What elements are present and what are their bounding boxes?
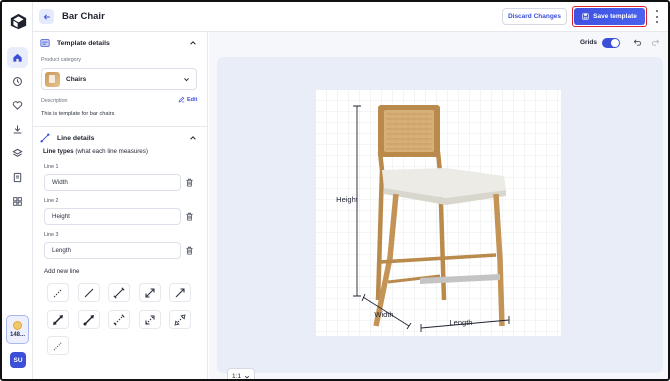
- credits-count: 148...: [9, 332, 25, 338]
- line-tool-icon: [40, 133, 50, 143]
- canvas-workspace[interactable]: Height Width Length 1:1: [217, 57, 663, 379]
- dotted-line-icon: [53, 341, 63, 350]
- credits-badge[interactable]: 148...: [6, 315, 29, 344]
- grids-label: Grids: [580, 39, 597, 46]
- pencil-icon: [178, 96, 185, 103]
- save-template-highlight: Save template: [572, 6, 647, 27]
- trash-icon[interactable]: [185, 246, 194, 255]
- line-style-end-caps[interactable]: [108, 283, 130, 302]
- grids-toggle[interactable]: [602, 38, 620, 48]
- page-title: Bar Chair: [62, 11, 105, 22]
- line-style-dotted[interactable]: [47, 336, 69, 355]
- chevron-up-icon[interactable]: [189, 134, 197, 142]
- history-icon: [13, 77, 22, 86]
- line-style-dot-arrow[interactable]: [78, 310, 100, 329]
- line-style-double-arrow[interactable]: [139, 283, 161, 302]
- discard-changes-button[interactable]: Discard Changes: [502, 8, 567, 25]
- dashed-double-arrow-icon: [145, 314, 155, 325]
- download-icon: [13, 125, 22, 134]
- sidebar-item-downloads[interactable]: [7, 119, 28, 140]
- coin-icon: [13, 321, 22, 330]
- chevron-down-icon: [244, 375, 250, 378]
- heart-icon: [12, 101, 23, 110]
- line-3-label: Line 3: [44, 232, 59, 238]
- line-style-bold-arrows[interactable]: [47, 310, 69, 329]
- app-window: 148... SU Bar Chair Discard Changes Save…: [0, 0, 670, 381]
- arrow-line-icon: [175, 287, 185, 297]
- more-options-icon[interactable]: [654, 10, 660, 23]
- redo-icon[interactable]: [651, 38, 660, 47]
- line-types-caption: Line types (what each line measures): [43, 148, 148, 155]
- line-style-dashed[interactable]: [47, 283, 69, 302]
- template-details-header[interactable]: Template details: [40, 38, 110, 48]
- height-annotation: Height: [336, 195, 359, 204]
- properties-panel: Template details Product category Chairs…: [33, 32, 208, 379]
- line-1-label: Line 1: [44, 164, 59, 170]
- add-new-line-label: Add new line: [44, 268, 80, 275]
- chevron-down-icon: [184, 78, 189, 82]
- line-details-heading: Line details: [57, 134, 95, 142]
- sidebar-item-favorites[interactable]: [7, 95, 28, 116]
- layers-icon: [12, 148, 23, 157]
- sidebar-item-history[interactable]: [7, 71, 28, 92]
- line-types-title: Line types: [43, 148, 74, 155]
- canvas-area: Grids Height Width Length 1:1: [209, 32, 668, 379]
- undo-icon[interactable]: [633, 38, 642, 47]
- product-image-with-measurements[interactable]: Height Width Length: [316, 90, 561, 336]
- dashed-outline-arrows-icon: [174, 313, 186, 326]
- sidebar-item-home[interactable]: [7, 47, 28, 68]
- width-annotation: Width: [374, 310, 393, 319]
- back-button[interactable]: [39, 9, 54, 24]
- template-details-heading: Template details: [57, 39, 110, 47]
- line-style-dashed-outline-arrows[interactable]: [169, 310, 191, 329]
- left-rail: 148... SU: [2, 2, 33, 379]
- line-style-solid[interactable]: [78, 283, 100, 302]
- sidebar-item-documents[interactable]: [7, 167, 28, 188]
- dashed-capped-line-icon: [113, 313, 125, 326]
- product-category-value: Chairs: [66, 75, 87, 83]
- zoom-value: 1:1: [231, 373, 242, 380]
- home-icon: [13, 53, 22, 62]
- line-2-label: Line 2: [44, 198, 59, 204]
- line-style-single-arrow[interactable]: [169, 283, 191, 302]
- description-text: This is template for bar chairs: [41, 111, 115, 117]
- app-logo-icon[interactable]: [10, 13, 27, 30]
- capped-line-icon: [113, 286, 125, 299]
- chair-category-thumbnail: [45, 71, 60, 87]
- dot-arrow-icon: [83, 314, 94, 325]
- line-2-input[interactable]: Height: [44, 208, 181, 225]
- line-1-input[interactable]: Width: [44, 174, 181, 191]
- solid-line-icon: [84, 288, 94, 297]
- sidebar-item-templates[interactable]: [7, 191, 28, 212]
- line-style-dashed-caps[interactable]: [108, 310, 130, 329]
- line-style-dashed-double-arrow[interactable]: [139, 310, 161, 329]
- chevron-up-icon[interactable]: [189, 39, 197, 47]
- grid-icon: [13, 197, 22, 206]
- edit-label: Edit: [187, 96, 198, 103]
- save-icon: [582, 13, 589, 20]
- trash-icon[interactable]: [185, 212, 194, 221]
- save-template-button[interactable]: Save template: [574, 8, 645, 25]
- template-icon: [40, 39, 50, 47]
- top-header: Bar Chair Discard Changes Save template: [33, 2, 668, 32]
- line-details-header[interactable]: Line details: [40, 133, 94, 143]
- user-avatar[interactable]: SU: [10, 352, 26, 368]
- product-category-select[interactable]: Chairs: [41, 68, 197, 90]
- double-arrow-icon: [145, 287, 155, 298]
- length-annotation: Length: [450, 318, 473, 327]
- product-category-label: Product category: [41, 57, 82, 63]
- line-3-input[interactable]: Length: [44, 242, 181, 259]
- bold-double-arrow-icon: [53, 314, 63, 325]
- trash-icon[interactable]: [185, 178, 194, 187]
- section-divider: [33, 126, 208, 127]
- line-types-hint: (what each line measures): [75, 148, 148, 155]
- document-icon: [13, 172, 22, 183]
- description-label: Description: [41, 98, 68, 104]
- zoom-select[interactable]: 1:1: [227, 368, 255, 380]
- dashed-line-icon: [53, 288, 63, 297]
- arrow-left-icon: [43, 13, 50, 20]
- sidebar-item-layers[interactable]: [7, 143, 28, 164]
- save-template-label: Save template: [593, 13, 637, 20]
- edit-description-button[interactable]: Edit: [178, 96, 197, 103]
